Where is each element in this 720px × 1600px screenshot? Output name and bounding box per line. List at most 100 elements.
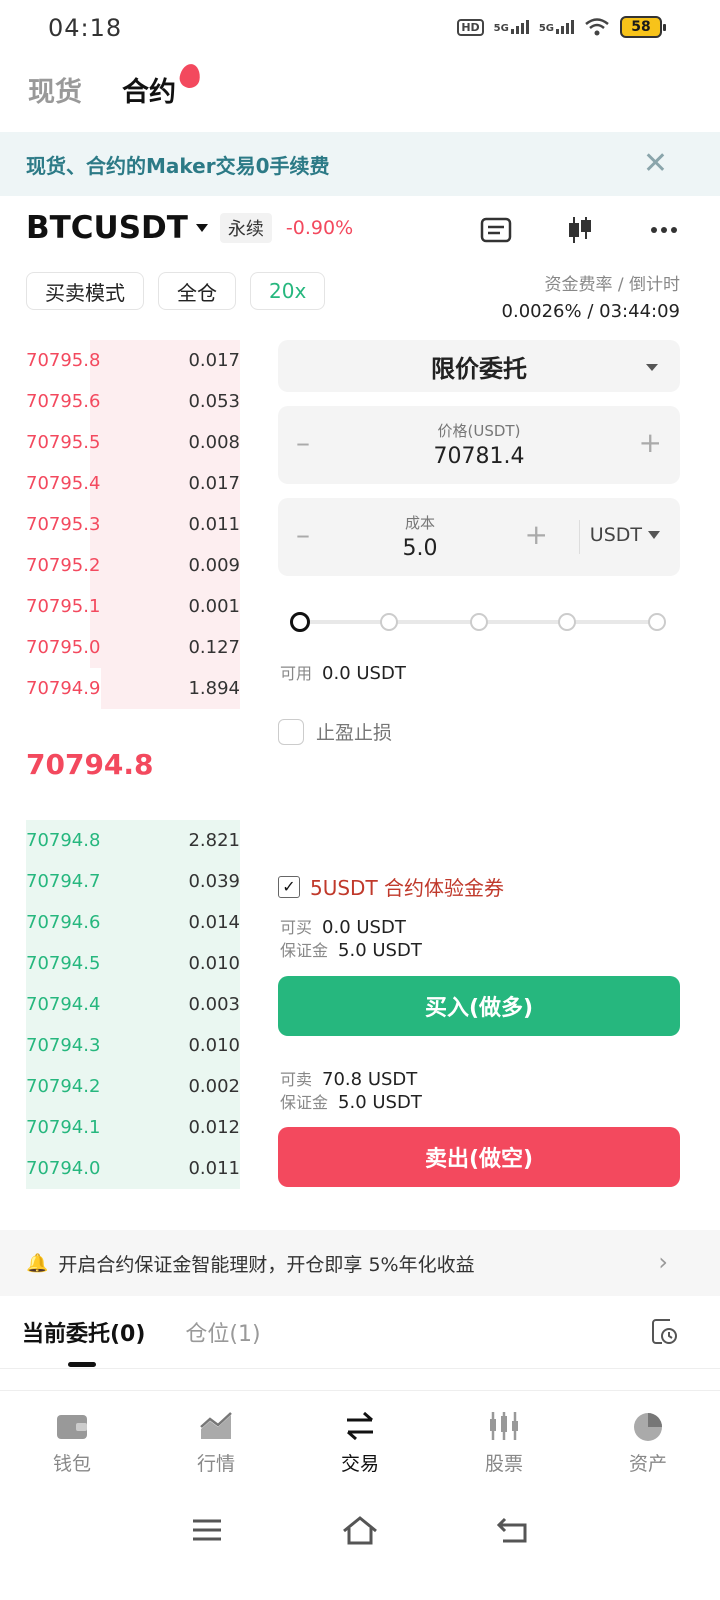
bids-row[interactable]: 70794.8 2.821 — [26, 820, 240, 861]
system-nav — [0, 1500, 720, 1560]
pair-selector[interactable]: BTCUSDT 永续 -0.90% — [26, 210, 353, 246]
nav-wallet[interactable]: 钱包 — [0, 1391, 144, 1486]
cost-field[interactable]: – 成本 5.0 + USDT — [278, 498, 680, 576]
bids-row[interactable]: 70794.0 0.011 — [26, 1148, 240, 1189]
slider-stop-50[interactable] — [470, 613, 488, 631]
asks-quantity: 0.011 — [188, 514, 240, 535]
candlestick-icon[interactable] — [564, 214, 596, 246]
asks-price: 70795.6 — [26, 391, 101, 412]
chevron-down-icon — [648, 531, 660, 539]
bell-icon: 🔔 — [26, 1252, 49, 1274]
asks-row[interactable]: 70795.2 0.009 — [26, 545, 240, 586]
price-plus-button[interactable]: + — [639, 426, 662, 459]
bids-quantity: 0.011 — [188, 1158, 240, 1179]
slider-handle[interactable] — [290, 612, 310, 632]
bottom-nav: 钱包 行情 交易 股票 资产 — [0, 1390, 720, 1486]
cost-input[interactable]: 5.0 — [278, 536, 562, 561]
bids-quantity: 0.010 — [188, 953, 240, 974]
order-history-icon[interactable] — [650, 1316, 678, 1346]
bids-row[interactable]: 70794.6 0.014 — [26, 902, 240, 943]
coupon-toggle[interactable]: ✓ 5USDT 合约体验金券 — [278, 872, 504, 901]
slider-stop-25[interactable] — [380, 613, 398, 631]
status-bar: 04:18 HD 5G 5G 58 — [0, 0, 720, 56]
bids-price: 70794.2 — [26, 1076, 101, 1097]
bids-quantity: 2.821 — [188, 830, 240, 851]
bids-row[interactable]: 70794.7 0.039 — [26, 861, 240, 902]
menu-icon[interactable] — [187, 1513, 227, 1547]
nav-trade[interactable]: 交易 — [288, 1391, 432, 1486]
bids-price: 70794.4 — [26, 994, 101, 1015]
signal-icon-2: 5G — [539, 20, 574, 34]
leverage-button[interactable]: 20x — [250, 272, 326, 310]
bids-price: 70794.8 — [26, 830, 101, 851]
price-input[interactable]: 70781.4 — [278, 444, 680, 469]
asks-row[interactable]: 70795.3 0.011 — [26, 504, 240, 545]
bids-row[interactable]: 70794.2 0.002 — [26, 1066, 240, 1107]
bids-list: 70794.8 2.821 70794.7 0.039 70794.6 0.014 7079… — [26, 820, 240, 1189]
nav-markets[interactable]: 行情 — [144, 1391, 288, 1486]
status-time: 04:18 — [48, 14, 123, 42]
nav-stocks[interactable]: 股票 — [432, 1391, 576, 1486]
asks-price: 70795.5 — [26, 432, 101, 453]
back-icon[interactable] — [493, 1513, 533, 1547]
tab-positions[interactable]: 仓位(1) — [185, 1316, 260, 1348]
close-icon[interactable]: ✕ — [643, 146, 668, 181]
bids-row[interactable]: 70794.4 0.003 — [26, 984, 240, 1025]
tpsl-label: 止盈止损 — [316, 722, 393, 744]
ticket-icon[interactable] — [480, 214, 512, 246]
slider-stop-75[interactable] — [558, 613, 576, 631]
asks-row[interactable]: 70794.9 1.894 — [26, 668, 240, 709]
nav-assets[interactable]: 资产 — [576, 1391, 720, 1486]
order-type-select[interactable]: 限价委托 — [278, 340, 680, 392]
status-icons: HD 5G 5G 58 — [457, 16, 666, 38]
bids-row[interactable]: 70794.5 0.010 — [26, 943, 240, 984]
tab-futures[interactable]: 合约 — [122, 62, 202, 109]
tpsl-toggle[interactable]: 止盈止损 — [278, 718, 392, 745]
funding-rate: 0.0026% — [501, 301, 582, 322]
asks-row[interactable]: 70795.6 0.053 — [26, 381, 240, 422]
funding-separator: / — [587, 301, 594, 322]
bids-price: 70794.1 — [26, 1117, 101, 1138]
buy-long-button[interactable]: 买入(做多) — [278, 976, 680, 1036]
chart-icon — [200, 1412, 232, 1439]
asks-quantity: 0.001 — [188, 596, 240, 617]
swap-icon — [347, 1411, 373, 1441]
coupon-checkbox[interactable]: ✓ — [278, 875, 300, 898]
margin-mode-button[interactable]: 全仓 — [158, 272, 236, 310]
banner-text: 现货、合约的Maker交易0手续费 — [26, 153, 330, 178]
asks-price: 70795.3 — [26, 514, 101, 535]
asks-price: 70795.2 — [26, 555, 101, 576]
price-field[interactable]: – 价格(USDT) 70781.4 + — [278, 406, 680, 484]
cost-unit-select[interactable]: USDT — [590, 524, 660, 546]
home-icon[interactable] — [340, 1513, 380, 1547]
sell-short-button[interactable]: 卖出(做空) — [278, 1127, 680, 1187]
wifi-icon — [585, 18, 609, 36]
buy-sell-mode-button[interactable]: 买卖模式 — [26, 272, 144, 310]
funding-info: 资金费率 / 倒计时 0.0026% / 03:44:09 — [502, 270, 680, 322]
cost-plus-button[interactable]: + — [525, 518, 548, 551]
tab-open-orders[interactable]: 当前委托(0) — [22, 1316, 145, 1348]
asks-row[interactable]: 70795.4 0.017 — [26, 463, 240, 504]
bids-row[interactable]: 70794.3 0.010 — [26, 1025, 240, 1066]
more-icon[interactable] — [648, 214, 680, 246]
tab-spot[interactable]: 现货 — [28, 70, 82, 109]
funding-label: 资金费率 / 倒计时 — [544, 275, 680, 295]
last-price[interactable]: 70794.8 — [26, 748, 154, 781]
asks-price: 70795.8 — [26, 350, 101, 371]
divider — [579, 520, 580, 554]
asks-row[interactable]: 70795.8 0.017 — [26, 340, 240, 381]
bids-price: 70794.5 — [26, 953, 101, 974]
tpsl-checkbox[interactable] — [278, 718, 304, 745]
stocks-icon — [490, 1412, 518, 1440]
amount-slider[interactable] — [290, 612, 670, 632]
promo-banner[interactable]: 🔔 开启合约保证金智能理财，开仓即享 5%年化收益 › — [0, 1230, 720, 1296]
slider-stop-100[interactable] — [648, 613, 666, 631]
asks-price: 70795.0 — [26, 637, 101, 658]
wallet-icon — [57, 1415, 87, 1439]
asks-row[interactable]: 70795.5 0.008 — [26, 422, 240, 463]
asks-row[interactable]: 70795.0 0.127 — [26, 627, 240, 668]
asks-row[interactable]: 70795.1 0.001 — [26, 586, 240, 627]
bids-row[interactable]: 70794.1 0.012 — [26, 1107, 240, 1148]
fee-banner: 现货、合约的Maker交易0手续费 ✕ — [0, 132, 720, 196]
market-tabs: 现货 合约 — [28, 62, 202, 109]
